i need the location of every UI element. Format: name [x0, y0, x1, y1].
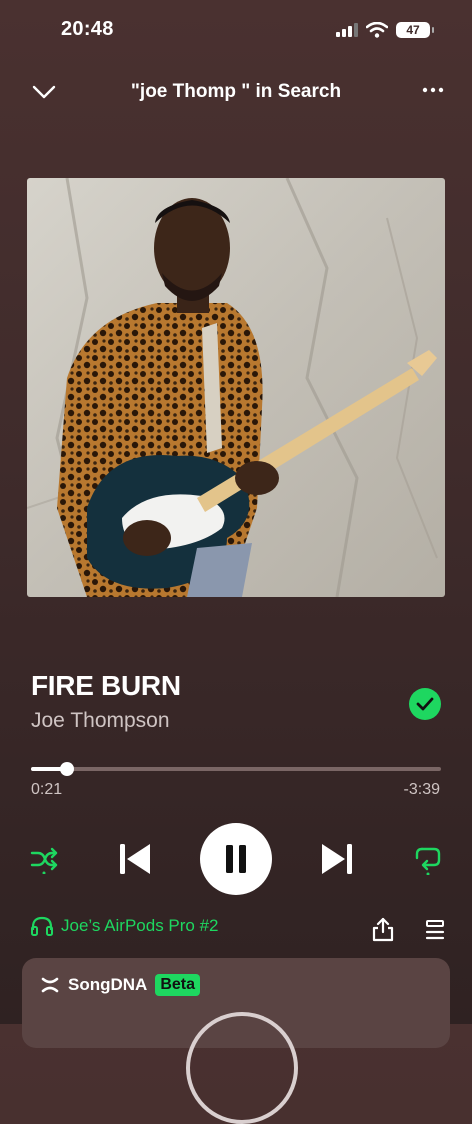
track-title: FIRE BURN: [31, 670, 181, 701]
album-artwork: [27, 178, 445, 597]
beta-badge: Beta: [155, 974, 201, 996]
more-icon[interactable]: [422, 86, 444, 94]
pause-icon: [226, 845, 246, 873]
skip-back-icon[interactable]: [112, 836, 158, 882]
songdna-header: SongDNA Beta: [40, 974, 201, 996]
connected-device[interactable]: Joe’s AirPods Pro #2: [31, 916, 219, 936]
signal-icon: [336, 23, 358, 37]
time-remaining: -3:39: [403, 781, 440, 798]
battery-icon: 47: [396, 22, 434, 38]
status-time: 20:48: [61, 18, 114, 40]
wifi-icon: [366, 22, 388, 38]
pause-button[interactable]: [200, 823, 272, 895]
skip-forward-icon[interactable]: [314, 836, 360, 882]
headphones-icon: [31, 916, 53, 936]
progress-bar[interactable]: [31, 767, 441, 771]
context-title[interactable]: "joe Thomp " in Search: [0, 81, 472, 103]
progress-thumb[interactable]: [60, 762, 74, 776]
time-elapsed: 0:21: [31, 781, 63, 798]
track-artist[interactable]: Joe Thompson: [31, 709, 170, 733]
queue-icon[interactable]: [423, 918, 447, 942]
share-icon[interactable]: [370, 916, 396, 942]
liked-check-icon[interactable]: [409, 688, 441, 720]
songdna-logo-icon: [41, 977, 59, 993]
device-name: Joe’s AirPods Pro #2: [61, 916, 219, 935]
shuffle-icon[interactable]: [28, 843, 60, 875]
songdna-artwork: [186, 1012, 298, 1124]
repeat-icon[interactable]: [412, 843, 444, 875]
songdna-title: SongDNA: [68, 975, 148, 994]
status-icons: 47: [336, 22, 434, 38]
